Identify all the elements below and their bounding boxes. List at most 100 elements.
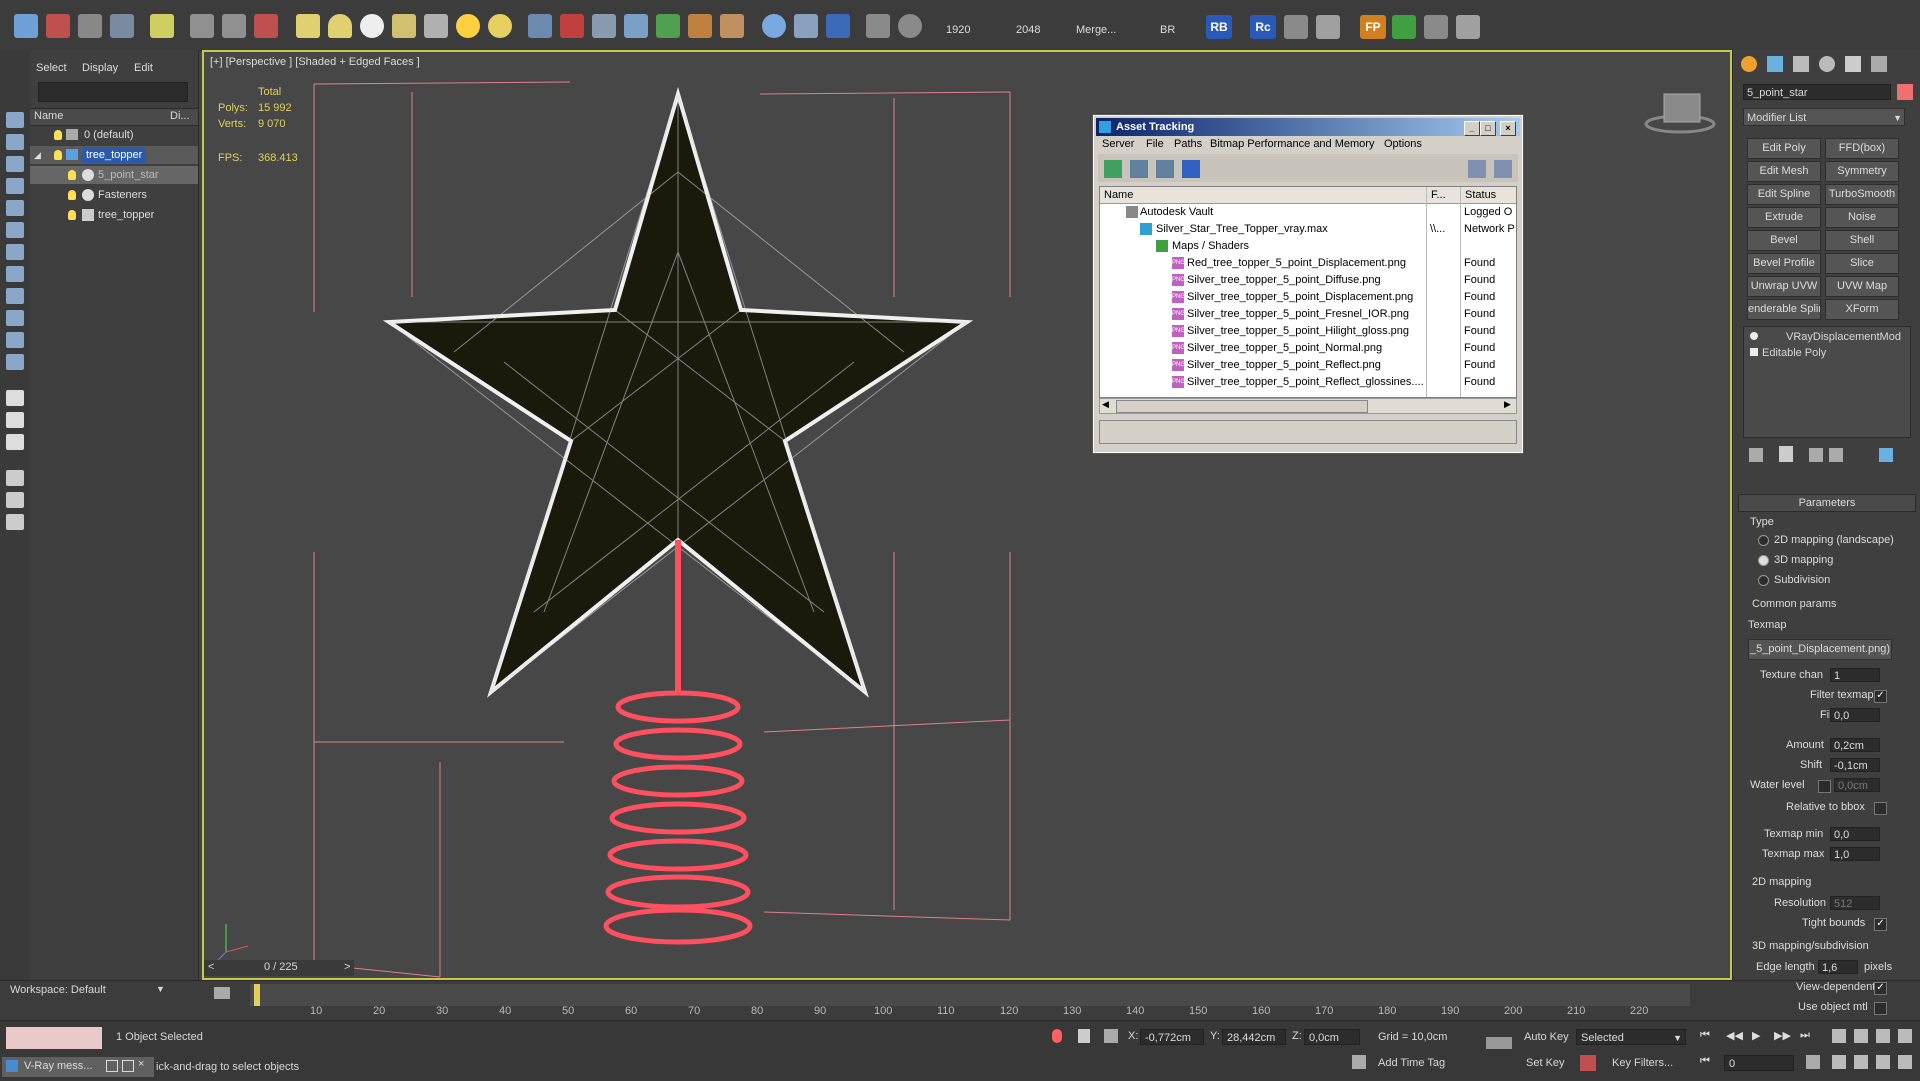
menu-paths[interactable]: Paths <box>1174 138 1202 150</box>
paint-icon[interactable] <box>560 14 584 38</box>
filter-cameras-icon[interactable] <box>6 178 24 194</box>
find-icon[interactable] <box>6 492 24 508</box>
view-dependent-checkbox[interactable]: ✓ <box>1874 982 1887 995</box>
select-object-icon[interactable] <box>150 14 174 38</box>
previous-frame-icon[interactable]: ◀◀ <box>1726 1029 1743 1042</box>
menu-edit[interactable]: Edit <box>134 62 153 74</box>
lightbulb-icon[interactable] <box>68 190 76 200</box>
selection-set-dropdown[interactable]: Selected ▼ <box>1576 1029 1686 1045</box>
bone-icon[interactable] <box>592 14 616 38</box>
wrench-icon[interactable] <box>1424 15 1448 39</box>
minimize-button[interactable]: _ <box>1464 121 1480 136</box>
list-item[interactable]: Maps / Shaders <box>1100 238 1516 255</box>
filter-xrefs-icon[interactable] <box>6 266 24 282</box>
relative-bbox-checkbox[interactable] <box>1874 802 1887 815</box>
lightbulb-icon[interactable] <box>68 170 76 180</box>
hair-icon[interactable] <box>656 14 680 38</box>
link-icon[interactable] <box>46 14 70 38</box>
dialog-title-bar[interactable]: Asset Tracking _ □ × <box>1096 118 1520 136</box>
unlink-icon[interactable] <box>78 14 102 38</box>
object-name-field[interactable]: 5_point_star <box>1743 84 1891 100</box>
maxscript-listener[interactable] <box>6 1027 102 1049</box>
texmap-min-field[interactable]: 0,0 <box>1830 827 1880 841</box>
show-end-result-icon[interactable] <box>1779 446 1793 462</box>
menu-server[interactable]: Server <box>1102 138 1134 150</box>
workspace-selector[interactable]: Workspace: Default <box>10 984 106 996</box>
hammer-icon[interactable] <box>688 14 712 38</box>
material-sphere-icon[interactable] <box>762 14 786 38</box>
column-display[interactable]: Di... <box>170 110 190 122</box>
symmetry-button[interactable]: Symmetry <box>1825 161 1899 182</box>
shell-button[interactable]: Shell <box>1825 230 1899 251</box>
current-frame-field[interactable]: 0 <box>1724 1055 1794 1071</box>
gear-icon[interactable] <box>624 14 648 38</box>
water-level-checkbox[interactable] <box>1818 780 1831 793</box>
track-bar[interactable] <box>250 984 1690 1006</box>
extrude-button[interactable]: Extrude <box>1747 207 1821 228</box>
layers-icon[interactable] <box>866 14 890 38</box>
zoom-extents-icon[interactable] <box>1876 1029 1890 1043</box>
lightbulb-icon[interactable] <box>54 150 62 160</box>
lightbulb-icon[interactable] <box>1750 332 1758 340</box>
field-of-view-icon[interactable] <box>1832 1055 1846 1069</box>
cloth-icon[interactable] <box>720 14 744 38</box>
texture-chan-field[interactable]: 1 <box>1830 668 1880 682</box>
go-to-start-icon[interactable]: ⏮ <box>1700 1029 1710 1042</box>
list-item[interactable]: PNG Silver_tree_topper_5_point_Hilight_gl… <box>1100 323 1516 340</box>
tree-icon[interactable] <box>1392 15 1416 39</box>
display-none-icon[interactable] <box>6 412 24 428</box>
chevron-down-icon[interactable]: ▼ <box>156 984 165 994</box>
remove-modifier-icon[interactable] <box>1829 448 1843 462</box>
render-icon[interactable] <box>826 14 850 38</box>
parameters-rollout-header[interactable]: Parameters <box>1738 494 1916 512</box>
help-icon[interactable] <box>1468 160 1486 178</box>
move-icon[interactable] <box>190 14 214 38</box>
next-frame-icon[interactable]: ▶▶ <box>1774 1029 1791 1042</box>
teapot-icon[interactable] <box>488 14 512 38</box>
list-icon[interactable] <box>1316 15 1340 39</box>
renderable-spline-button[interactable]: enderable Splir <box>1747 299 1821 320</box>
modifier-list-dropdown[interactable]: Modifier List ▼ <box>1743 108 1905 126</box>
key-mode-icon[interactable]: ⏮ <box>1700 1055 1710 1068</box>
zoom-extents-all-icon[interactable] <box>1898 1029 1912 1043</box>
cone-icon[interactable] <box>424 14 448 38</box>
object-row-5-point-star[interactable]: 5_point_star <box>30 166 198 184</box>
edit-mesh-button[interactable]: Edit Mesh <box>1747 161 1821 182</box>
rc-button[interactable]: Rc <box>1250 15 1276 39</box>
geosphere-icon[interactable] <box>360 14 384 38</box>
asset-list[interactable]: Name F... Status Autodesk Vault Logged O… <box>1099 186 1517 398</box>
expand-arrow-icon[interactable]: ◢ <box>34 146 41 164</box>
display-all-icon[interactable] <box>6 390 24 406</box>
filter-bones-icon[interactable] <box>6 288 24 304</box>
column-name[interactable]: Name <box>1104 187 1133 203</box>
create-tab-icon[interactable] <box>1741 56 1757 72</box>
asset-tracking-dialog[interactable]: Asset Tracking _ □ × Server File Paths B… <box>1092 114 1524 454</box>
list-item[interactable]: PNG Silver_tree_topper_5_point_Displaceme… <box>1100 289 1516 306</box>
radio-subdivision[interactable] <box>1758 575 1769 586</box>
scene-search-input[interactable] <box>38 82 188 102</box>
scroll-left-arrow[interactable]: ◀ <box>1102 399 1109 410</box>
turbosmooth-button[interactable]: TurboSmooth <box>1825 184 1899 205</box>
undo-icon[interactable] <box>14 14 38 38</box>
refresh-icon[interactable] <box>1104 160 1122 178</box>
edit-spline-button[interactable]: Edit Spline <box>1747 184 1821 205</box>
table-view-icon[interactable] <box>1182 160 1200 178</box>
mini-curve-editor-icon[interactable] <box>214 987 230 999</box>
radio-3d-mapping[interactable] <box>1758 555 1769 566</box>
layer-row-tree-topper[interactable]: ◢ tree_topper <box>30 146 198 164</box>
stack-item-vray-displacement[interactable]: VRayDisplacementMod <box>1744 329 1910 345</box>
list-view-icon[interactable] <box>1130 160 1148 178</box>
slider-next-arrow[interactable]: > <box>344 961 350 973</box>
column-full-path[interactable]: F... <box>1426 187 1446 203</box>
light-icon[interactable] <box>456 14 480 38</box>
particles-icon[interactable] <box>528 14 552 38</box>
fp-button[interactable]: FP <box>1360 15 1386 39</box>
list-item[interactable]: PNG Silver_tree_topper_5_point_Reflect.pn… <box>1100 357 1516 374</box>
filter-shapes-icon[interactable] <box>6 134 24 150</box>
filter-containers-icon[interactable] <box>6 310 24 326</box>
uvw-map-button[interactable]: UVW Map <box>1825 276 1899 297</box>
modifier-stack[interactable]: VRayDisplacementMod Editable Poly <box>1743 326 1911 438</box>
vray-taskbar-tab[interactable]: V-Ray mess... × <box>2 1057 154 1077</box>
time-tag-icon[interactable] <box>1352 1055 1366 1069</box>
time-configuration-icon[interactable] <box>1806 1055 1820 1069</box>
